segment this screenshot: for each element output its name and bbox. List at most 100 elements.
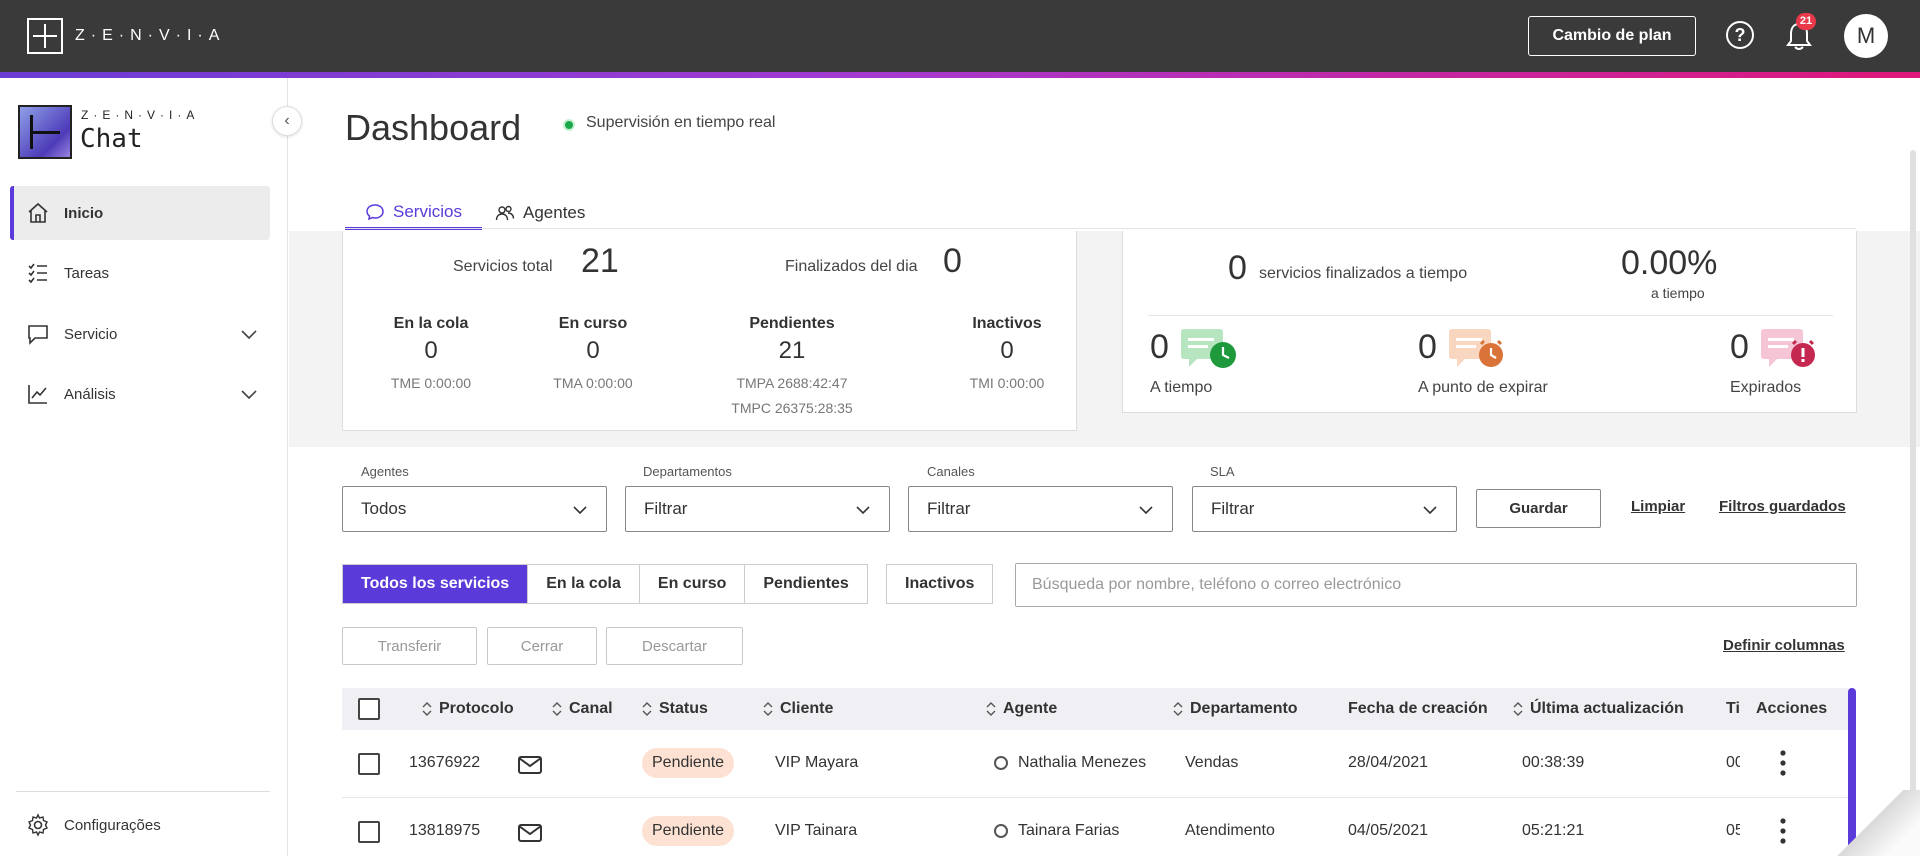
- segment-all-services[interactable]: Todos los servicios: [343, 565, 529, 603]
- channels-filter-value: Filtrar: [927, 499, 971, 518]
- pending-tmpc: TMPC 26375:28:35: [731, 400, 853, 416]
- inactive-label: Inactivos: [972, 315, 1042, 332]
- help-icon[interactable]: ?: [1726, 21, 1754, 49]
- logo-product-text: Chat: [80, 124, 143, 154]
- row-checkbox[interactable]: [358, 821, 380, 843]
- table-row[interactable]: 13676922 Pendiente VIP Mayara Nathalia M…: [342, 730, 1852, 798]
- sidebar-item-label: Inicio: [64, 204, 104, 222]
- column-label: Status: [659, 700, 708, 717]
- column-status[interactable]: Status: [641, 688, 708, 730]
- status-badge: Pendiente: [642, 816, 735, 846]
- logo-brand-text: Z·E·N·V·I·A: [81, 108, 200, 122]
- sidebar-item-tareas[interactable]: Tareas: [10, 246, 270, 300]
- chevron-down-icon: [1139, 506, 1153, 515]
- sla-filter-select[interactable]: Filtrar: [1192, 486, 1457, 532]
- row-department: Vendas: [1185, 754, 1239, 771]
- agent-status-icon: [994, 824, 1008, 838]
- about-to-expire-icon: [1449, 329, 1503, 367]
- close-button[interactable]: Cerrar: [487, 627, 597, 665]
- tab-servicios[interactable]: Servicios: [345, 196, 482, 230]
- email-icon: [518, 824, 542, 842]
- sort-icon: [552, 702, 562, 716]
- home-icon: [28, 202, 48, 223]
- zenvia-chat-logo-icon: [18, 105, 72, 159]
- sidebar-item-configuracoes[interactable]: Configurações: [10, 798, 270, 852]
- row-client: VIP Mayara: [775, 754, 859, 771]
- channels-filter-select[interactable]: Filtrar: [908, 486, 1173, 532]
- sort-icon: [763, 702, 773, 716]
- brand-name: Z·E·N·V·I·A: [75, 27, 226, 44]
- save-filters-button[interactable]: Guardar: [1476, 489, 1601, 528]
- agents-filter-label: Agentes: [361, 464, 409, 479]
- status-segmented-control: Todos los servicios En la cola En curso …: [342, 564, 868, 604]
- sla-expiring-value: 0: [1418, 328, 1437, 366]
- on-time-icon: [1181, 329, 1236, 368]
- column-created[interactable]: Fecha de creación: [1348, 688, 1488, 730]
- saved-filters-link[interactable]: Filtros guardados: [1719, 498, 1846, 515]
- row-checkbox[interactable]: [358, 753, 380, 775]
- sla-filter-value: Filtrar: [1211, 499, 1255, 518]
- agents-filter-select[interactable]: Todos: [342, 486, 607, 532]
- tabs-divider: [345, 228, 1856, 229]
- column-department[interactable]: Departamento: [1172, 688, 1298, 730]
- services-summary-card: Servicios total 21 Finalizados del dia 0…: [342, 231, 1077, 431]
- more-options-icon[interactable]: [1780, 818, 1786, 844]
- column-label: Canal: [569, 700, 613, 717]
- sla-expiring-label: A punto de expirar: [1418, 379, 1548, 396]
- column-protocol[interactable]: Protocolo: [421, 688, 514, 730]
- select-all-checkbox[interactable]: [358, 698, 380, 720]
- column-label: Acciones: [1756, 700, 1828, 717]
- segment-pending[interactable]: Pendientes: [745, 565, 867, 603]
- transfer-button[interactable]: Transferir: [342, 627, 477, 665]
- sla-filter-label: SLA: [1210, 464, 1235, 479]
- segment-queue[interactable]: En la cola: [528, 565, 640, 603]
- change-plan-button[interactable]: Cambio de plan: [1528, 16, 1696, 56]
- agent-status-icon: [994, 756, 1008, 770]
- more-options-icon[interactable]: [1780, 750, 1786, 776]
- column-label: Departamento: [1190, 700, 1298, 717]
- zenvia-logo[interactable]: Z·E·N·V·I·A: [27, 18, 225, 54]
- sidebar-item-inicio[interactable]: Inicio: [10, 186, 270, 240]
- column-truncated[interactable]: Ti: [1726, 688, 1740, 730]
- segment-in-progress[interactable]: En curso: [639, 565, 746, 603]
- sla-expired-label: Expirados: [1730, 379, 1802, 396]
- sidebar-item-label: Configurações: [64, 816, 161, 834]
- sidebar-item-analisis[interactable]: Análisis: [10, 367, 270, 421]
- column-channel[interactable]: Canal: [551, 688, 613, 730]
- in-progress-tma: TMA 0:00:00: [553, 375, 633, 391]
- collapse-sidebar-button[interactable]: ‹: [272, 106, 302, 136]
- chevron-down-icon: [1423, 506, 1437, 515]
- search-input[interactable]: Búsqueda por nombre, teléfono o correo e…: [1015, 563, 1857, 607]
- queue-value: 0: [424, 337, 438, 364]
- row-truncated: 05: [1726, 822, 1740, 839]
- column-label: Ti: [1726, 700, 1740, 717]
- column-label: Agente: [1003, 700, 1058, 717]
- channels-filter-label: Canales: [927, 464, 975, 479]
- user-avatar[interactable]: M: [1844, 14, 1888, 58]
- column-updated[interactable]: Última actualización: [1512, 688, 1684, 730]
- sidebar-divider: [16, 791, 270, 792]
- page-scrollbar[interactable]: [1910, 150, 1916, 850]
- row-protocol: 13676922: [409, 754, 481, 771]
- queue-label: En la cola: [393, 315, 469, 332]
- column-label: Fecha de creación: [1348, 700, 1488, 717]
- discard-button[interactable]: Descartar: [606, 627, 743, 665]
- departments-filter-select[interactable]: Filtrar: [625, 486, 890, 532]
- sort-icon: [642, 702, 652, 716]
- on-time-percent-value: 0.00%: [1621, 244, 1718, 282]
- row-department: Atendimento: [1185, 822, 1275, 839]
- table-row[interactable]: 13818975 Pendiente VIP Tainara Tainara F…: [342, 798, 1852, 856]
- in-progress-label: En curso: [558, 315, 628, 332]
- sort-icon: [422, 702, 432, 716]
- clear-filters-link[interactable]: Limpiar: [1631, 498, 1685, 515]
- sidebar-item-servicio[interactable]: Servicio: [10, 307, 270, 361]
- column-client[interactable]: Cliente: [762, 688, 833, 730]
- tab-agentes[interactable]: Agentes: [495, 196, 585, 230]
- define-columns-link[interactable]: Definir columnas: [1723, 637, 1845, 654]
- column-agent[interactable]: Agente: [985, 688, 1057, 730]
- main-content: Dashboard Supervisión en tiempo real Ser…: [289, 78, 1920, 856]
- queue-tme: TME 0:00:00: [390, 375, 472, 391]
- email-icon: [518, 756, 542, 774]
- segment-inactive[interactable]: Inactivos: [887, 565, 993, 603]
- sort-icon: [1513, 702, 1523, 716]
